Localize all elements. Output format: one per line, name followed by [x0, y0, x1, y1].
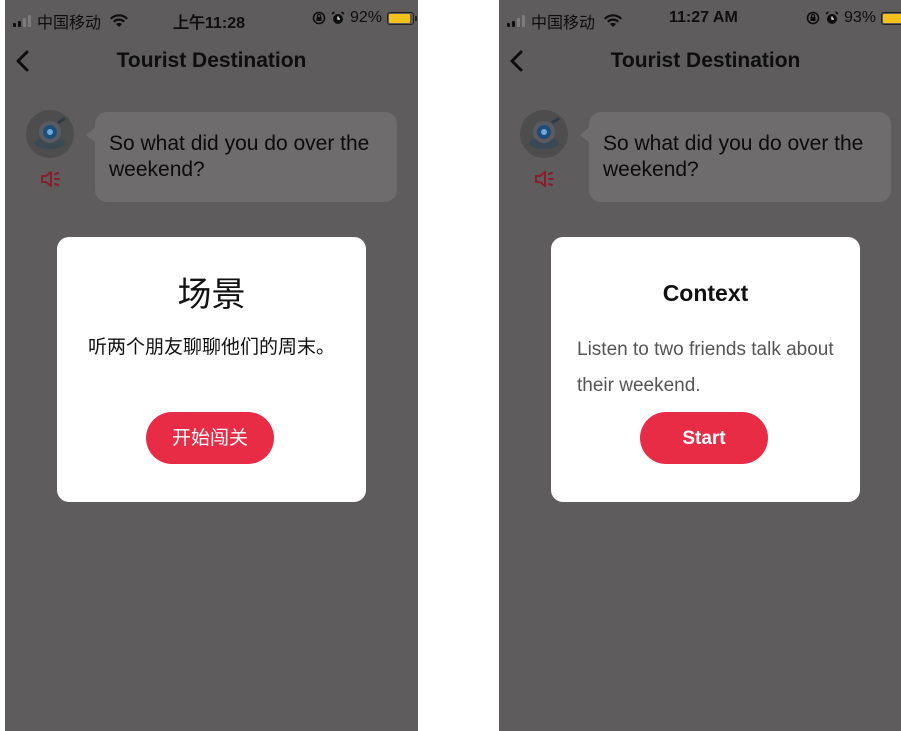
phone-screen-chinese: 中国移动 上午11:28 92% Tourist Destination So …	[5, 0, 418, 731]
chat-bubble: So what did you do over the weekend?	[86, 112, 397, 202]
page-title: Tourist Destination	[610, 49, 801, 72]
signal-icon	[507, 15, 525, 27]
alarm-icon	[825, 11, 839, 24]
status-time: 11:27 AM	[669, 9, 738, 26]
speaker-icon[interactable]	[39, 168, 63, 190]
alarm-icon	[331, 11, 345, 24]
modal-title: Context	[662, 280, 749, 306]
rotation-lock-icon	[806, 11, 820, 25]
signal-icon	[13, 15, 31, 27]
status-bar: 中国移动 上午11:28 92%	[5, 0, 418, 38]
chat-bubble: So what did you do over the weekend?	[580, 112, 891, 202]
page-title: Tourist Destination	[116, 49, 307, 72]
avatar	[26, 110, 74, 158]
context-modal: Context Listen to two friends talk about…	[551, 237, 860, 502]
carrier-name: 中国移动	[531, 15, 596, 32]
robot-avatar-icon	[529, 117, 560, 149]
status-time: 上午11:28	[173, 15, 246, 32]
wifi-icon	[604, 14, 623, 27]
modal-description: 听两个朋友聊聊他们的周末。	[87, 336, 335, 358]
robot-avatar-icon	[35, 117, 66, 149]
battery-percent: 93%	[843, 9, 876, 26]
speaker-icon[interactable]	[533, 168, 557, 190]
battery-icon	[881, 11, 901, 25]
battery-icon	[387, 11, 417, 25]
status-bar: 中国移动 11:27 AM 93%	[499, 0, 901, 38]
avatar	[520, 110, 568, 158]
phone-screen-english: 中国移动 11:27 AM 93% Tourist Destination So…	[499, 0, 901, 731]
navigation-bar: Tourist Destination	[5, 38, 418, 86]
context-modal: 场景 听两个朋友聊聊他们的周末。 开始闯关	[57, 237, 366, 502]
carrier-name: 中国移动	[37, 15, 102, 32]
modal-title: 场景	[177, 275, 246, 315]
battery-percent: 92%	[349, 9, 382, 26]
start-button[interactable]: Start	[640, 412, 768, 464]
rotation-lock-icon	[312, 11, 326, 25]
modal-description: Listen to two friends talk about their w…	[577, 339, 834, 396]
navigation-bar: Tourist Destination	[499, 38, 901, 86]
start-button[interactable]: 开始闯关	[146, 412, 274, 464]
wifi-icon	[110, 14, 129, 27]
